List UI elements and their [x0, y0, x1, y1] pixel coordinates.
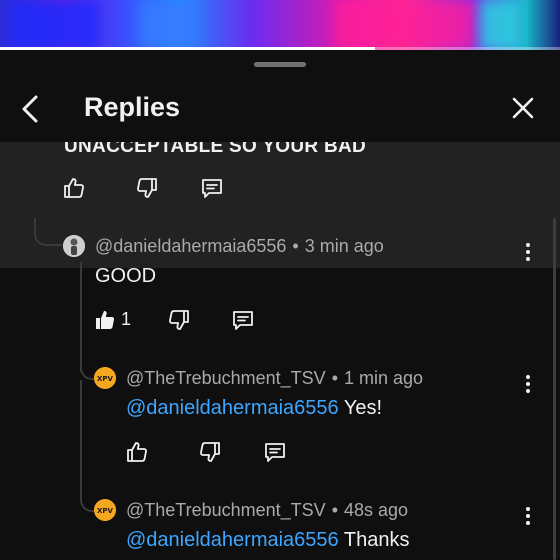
chevron-left-icon: [22, 95, 38, 123]
dislike-button[interactable]: [135, 176, 161, 202]
svg-text:XPV: XPV: [97, 507, 114, 515]
comment-icon: [265, 443, 285, 462]
mention-link[interactable]: @danieldahermaia6556: [126, 529, 339, 551]
mention-link[interactable]: @danieldahermaia6556: [126, 397, 339, 419]
more-vert-icon: [526, 243, 530, 247]
comment-username[interactable]: @TheTrebuchment_TSV: [126, 500, 326, 520]
thumbs-down-icon: [137, 178, 157, 198]
person-avatar-icon: [63, 235, 85, 257]
dislike-button[interactable]: [167, 308, 193, 334]
reply-button[interactable]: [263, 440, 289, 466]
more-options-button[interactable]: [523, 504, 533, 526]
scrollbar[interactable]: [553, 218, 556, 560]
comment-time: 1 min ago: [344, 368, 424, 388]
drag-handle[interactable]: [254, 62, 306, 67]
more-options-button[interactable]: [523, 240, 533, 262]
comment-icon: [202, 179, 222, 198]
like-button[interactable]: [93, 308, 119, 334]
comment-text: @danieldahermaia6556 Thanks: [126, 529, 409, 552]
dislike-button[interactable]: [198, 440, 224, 466]
page-title: Replies: [84, 92, 181, 122]
comment-text: @danieldahermaia6556 Yes!: [126, 397, 382, 420]
like-button[interactable]: [62, 176, 88, 202]
parent-comment-text: UNACCEPTABLE SO YOUR BAD: [64, 142, 367, 157]
more-vert-icon: [526, 375, 530, 379]
comment-text: GOOD: [95, 265, 157, 287]
avatar[interactable]: [63, 235, 85, 257]
thumbs-up-icon: [64, 178, 84, 198]
channel-logo-icon: XPV: [94, 367, 116, 389]
svg-text:XPV: XPV: [97, 375, 114, 383]
thumbs-up-icon: [127, 442, 147, 462]
close-icon: [512, 97, 534, 119]
comment-time: 48s ago: [344, 500, 409, 520]
more-vert-icon: [526, 507, 530, 511]
like-button[interactable]: [125, 440, 151, 466]
video-preview[interactable]: [0, 0, 560, 50]
more-options-button[interactable]: [523, 372, 533, 394]
reply-button[interactable]: [200, 176, 226, 202]
video-glow: [140, 0, 200, 50]
avatar[interactable]: XPV: [94, 499, 116, 521]
comment-actions: 1: [93, 308, 263, 334]
comment-meta: @TheTrebuchment_TSV • 48s ago: [126, 500, 409, 520]
back-button[interactable]: [18, 94, 44, 124]
thumbs-down-icon: [200, 442, 220, 462]
comment-meta: @TheTrebuchment_TSV • 1 min ago: [126, 368, 424, 388]
replies-sheet: Replies: [0, 50, 560, 560]
video-glow: [480, 0, 520, 50]
thread-line: [80, 380, 82, 490]
channel-logo-icon: XPV: [94, 499, 116, 521]
thumbs-up-icon: [96, 311, 115, 329]
comment-body: Yes!: [343, 397, 383, 419]
comment-icon: [233, 311, 253, 330]
comment-meta: @danieldahermaia6556 • 3 min ago: [95, 236, 384, 256]
close-button[interactable]: [509, 94, 537, 122]
like-count: 1: [121, 309, 132, 329]
comment-body: Thanks: [343, 529, 410, 551]
comment-username[interactable]: @TheTrebuchment_TSV: [126, 368, 326, 388]
video-glow: [335, 0, 475, 50]
comment-time: 3 min ago: [304, 236, 384, 256]
avatar[interactable]: XPV: [94, 367, 116, 389]
thread-curve: [34, 222, 62, 246]
thumbs-down-icon: [169, 310, 189, 330]
comment-actions: [125, 440, 295, 466]
video-glow: [10, 0, 100, 50]
reply-button[interactable]: [231, 308, 257, 334]
comment-username[interactable]: @danieldahermaia6556: [95, 236, 286, 256]
replies-header: Replies: [0, 80, 560, 140]
